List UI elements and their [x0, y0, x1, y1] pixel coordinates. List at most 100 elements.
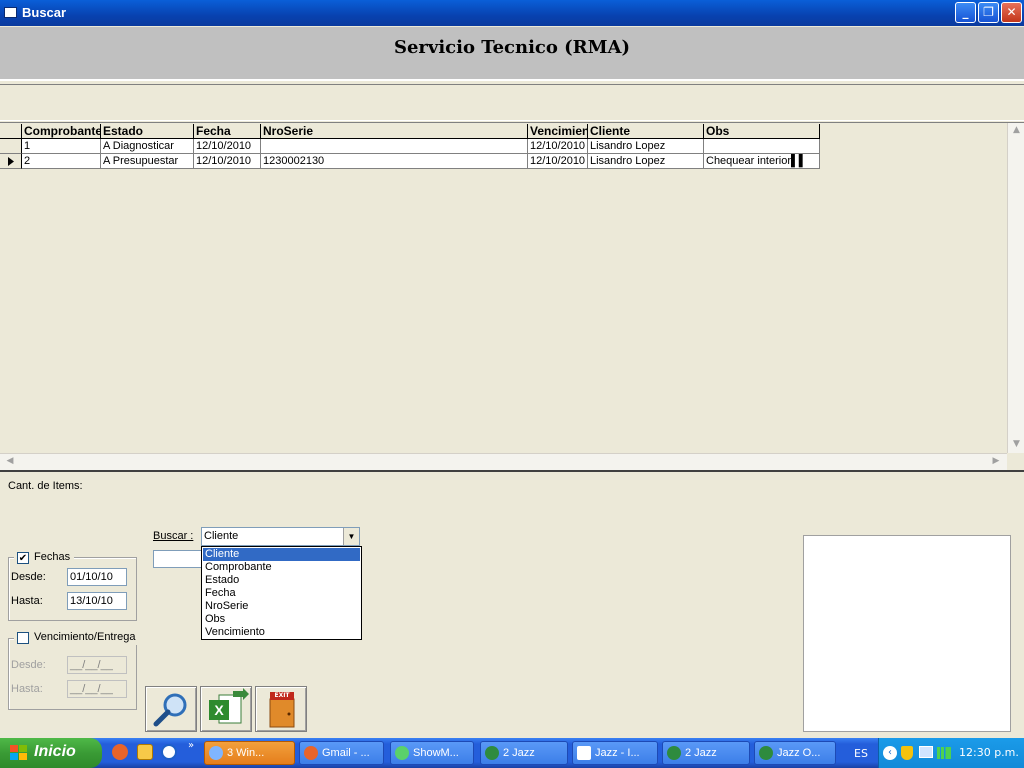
dropdown-option-vencimiento[interactable]: Vencimiento: [203, 626, 360, 639]
table-cell[interactable]: 2: [22, 154, 101, 169]
taskbar-button-jazz-group-1[interactable]: 2 Jazz: [480, 741, 568, 765]
fechas-label: Fechas: [34, 551, 71, 563]
dropdown-option-cliente[interactable]: Cliente: [203, 548, 360, 561]
security-shield-icon[interactable]: [901, 746, 913, 760]
table-cell[interactable]: 12/10/2010: [528, 154, 588, 169]
restore-button[interactable]: ❐: [978, 2, 999, 23]
vencimiento-header: Vencimiento/Entrega: [14, 631, 138, 645]
table-cell[interactable]: [704, 139, 820, 154]
tray-expand-icon[interactable]: ‹: [883, 746, 897, 760]
network-icon[interactable]: [919, 746, 933, 758]
scroll-right-arrow-icon[interactable]: ▶: [990, 456, 1002, 466]
buscar-select[interactable]: Cliente ▼: [201, 527, 360, 546]
fechas-group: [8, 557, 137, 621]
taskbar-button-gmail[interactable]: Gmail - ...: [299, 741, 384, 765]
export-excel-button[interactable]: X: [200, 686, 252, 732]
table-cell[interactable]: [261, 139, 528, 154]
items-count-label: Cant. de Items:: [8, 480, 83, 492]
minimize-button[interactable]: _: [955, 2, 976, 23]
taskbar-button-jazz-o[interactable]: Jazz O...: [754, 741, 836, 765]
showm-icon: [395, 746, 409, 760]
windows-group-icon: [209, 746, 223, 760]
buscar-dropdown-list[interactable]: Cliente Comprobante Estado Fecha NroSeri…: [201, 546, 362, 640]
dropdown-option-obs[interactable]: Obs: [203, 613, 360, 626]
table-cell[interactable]: 12/10/2010: [528, 139, 588, 154]
excel-export-icon: X: [209, 688, 249, 724]
document-icon: [577, 746, 591, 760]
system-tray: ‹ 12:30 p.m.: [878, 738, 1024, 768]
taskbar-button-label: 3 Win...: [227, 747, 265, 759]
column-header-comprobante[interactable]: Comprobante: [22, 124, 101, 139]
dropdown-option-nroserie[interactable]: NroSerie: [203, 600, 360, 613]
clock[interactable]: 12:30 p.m.: [959, 746, 1019, 759]
scroll-up-arrow-icon[interactable]: ▲: [1008, 125, 1024, 135]
taskbar-button-jazz-group-2[interactable]: 2 Jazz: [662, 741, 750, 765]
language-indicator[interactable]: ES: [854, 747, 868, 760]
vencimiento-checkbox[interactable]: [17, 632, 29, 644]
close-button[interactable]: ✕: [1001, 2, 1022, 23]
column-header-obs[interactable]: Obs: [704, 124, 820, 139]
results-grid[interactable]: Comprobante Estado Fecha NroSerie Vencim…: [0, 122, 1024, 470]
column-header-cliente[interactable]: Cliente: [588, 124, 704, 139]
table-cell[interactable]: 1: [22, 139, 101, 154]
magnifier-icon: [153, 693, 187, 727]
table-cell[interactable]: A Presupuestar: [101, 154, 194, 169]
column-header-fecha[interactable]: Fecha: [194, 124, 261, 139]
column-header-vencimiento[interactable]: Vencimiento: [528, 124, 588, 139]
column-header-estado[interactable]: Estado: [101, 124, 194, 139]
quicklaunch-chevron-icon[interactable]: »: [188, 740, 194, 751]
taskbar-button-label: Jazz - I...: [595, 747, 640, 759]
vertical-scrollbar[interactable]: ▲ ▼: [1007, 123, 1024, 453]
jazz-tree-icon: [485, 746, 499, 760]
vencimiento-desde-field[interactable]: __/__/__: [67, 656, 127, 674]
dropdown-option-estado[interactable]: Estado: [203, 574, 360, 587]
signal-strength-icon[interactable]: [937, 747, 951, 759]
fechas-checkbox[interactable]: ✔: [17, 552, 29, 564]
vencimiento-hasta-label: Hasta:: [11, 683, 43, 695]
table-cell[interactable]: 12/10/2010: [194, 139, 261, 154]
table-cell[interactable]: A Diagnosticar: [101, 139, 194, 154]
table-cell[interactable]: Lisandro Lopez: [588, 139, 704, 154]
quicklaunch-app-icon[interactable]: [137, 744, 153, 760]
taskbar-button-jazz-i[interactable]: Jazz - I...: [572, 741, 658, 765]
svg-text:X: X: [214, 702, 224, 718]
fechas-hasta-field[interactable]: 13/10/10: [67, 592, 127, 610]
taskbar-button-windows-group[interactable]: 3 Win...: [204, 741, 295, 765]
toolbar-strip: [0, 84, 1024, 121]
scroll-down-arrow-icon[interactable]: ▼: [1008, 439, 1024, 449]
vencimiento-group: [8, 638, 137, 710]
table-cell[interactable]: Lisandro Lopez: [588, 154, 704, 169]
fechas-desde-label: Desde:: [11, 571, 46, 583]
column-header-nroserie[interactable]: NroSerie: [261, 124, 528, 139]
dropdown-option-fecha[interactable]: Fecha: [203, 587, 360, 600]
exit-button[interactable]: EXIT: [255, 686, 307, 732]
taskbar-button-label: 2 Jazz: [685, 747, 717, 759]
row-selector-current[interactable]: [0, 154, 22, 169]
taskbar-button-showm[interactable]: ShowM...: [390, 741, 474, 765]
window-title-bar[interactable]: Buscar _ ❐ ✕: [0, 0, 1024, 26]
browser-quicklaunch-icon[interactable]: [161, 744, 177, 760]
start-button[interactable]: Inicio: [0, 738, 102, 768]
table-cell[interactable]: 1230002130: [261, 154, 528, 169]
jazz-tree-icon: [667, 746, 681, 760]
firefox-quicklaunch-icon[interactable]: [112, 744, 128, 760]
dropdown-option-comprobante[interactable]: Comprobante: [203, 561, 360, 574]
windows-logo-icon: [10, 745, 27, 760]
scroll-left-arrow-icon[interactable]: ◀: [4, 456, 16, 466]
window-title: Buscar: [22, 5, 67, 20]
exit-sign-text: EXIT: [274, 692, 290, 699]
chevron-down-icon[interactable]: ▼: [343, 528, 359, 545]
table-cell[interactable]: 12/10/2010: [194, 154, 261, 169]
search-button[interactable]: [145, 686, 197, 732]
page-header: Servicio Tecnico (RMA): [0, 27, 1024, 81]
fechas-desde-field[interactable]: 01/10/10: [67, 568, 127, 586]
start-label: Inicio: [34, 743, 76, 760]
vencimiento-hasta-field[interactable]: __/__/__: [67, 680, 127, 698]
search-input[interactable]: [153, 550, 203, 568]
horizontal-scrollbar[interactable]: ◀ ▶: [0, 453, 1007, 470]
vencimiento-label: Vencimiento/Entrega: [34, 631, 136, 643]
row-selector[interactable]: [0, 139, 22, 154]
fechas-header: ✔ Fechas: [14, 551, 74, 565]
table-cell[interactable]: Chequear interior▌▌: [704, 154, 820, 169]
page-title: Servicio Tecnico (RMA): [393, 37, 631, 58]
